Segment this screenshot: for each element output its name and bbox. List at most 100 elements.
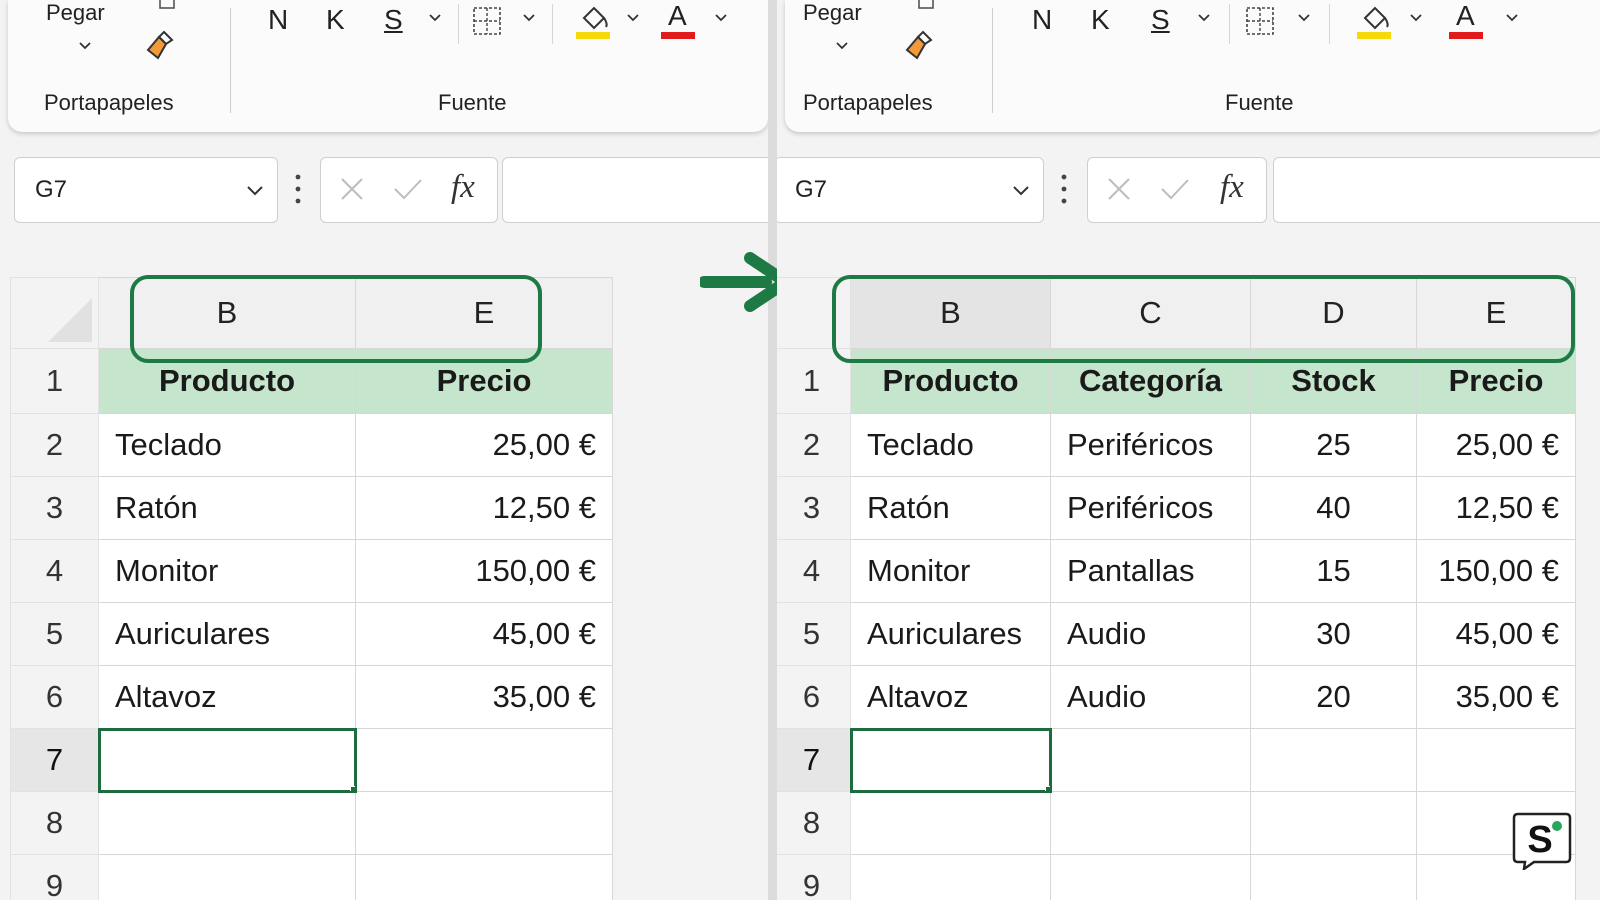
underline-chevron-icon[interactable] [1197,6,1211,28]
paste-chevron-icon[interactable] [835,40,849,52]
more-options-icon[interactable] [1060,172,1068,206]
cell[interactable]: 35,00 € [1416,665,1576,729]
cell[interactable] [1250,854,1417,900]
fill-handle[interactable] [350,786,355,791]
italic-button[interactable]: K [326,4,345,36]
row-header[interactable]: 5 [10,602,99,666]
row-header[interactable]: 1 [10,348,99,414]
borders-chevron-icon[interactable] [1297,6,1311,28]
cell[interactable]: Audio [1050,602,1251,666]
cell[interactable] [1416,728,1576,792]
cell[interactable]: 45,00 € [355,602,613,666]
confirm-icon[interactable] [1158,174,1192,204]
cell[interactable] [98,791,356,855]
cell[interactable]: 45,00 € [1416,602,1576,666]
format-painter-icon[interactable] [144,28,178,62]
formula-input[interactable] [502,157,768,223]
cell[interactable]: Monitor [98,539,356,603]
cell[interactable]: Ratón [850,476,1051,540]
name-box[interactable]: G7 [14,157,278,223]
row-header[interactable]: 4 [10,539,99,603]
cell[interactable]: 35,00 € [355,665,613,729]
fill-color-icon[interactable] [1355,2,1395,40]
cell[interactable]: Auriculares [98,602,356,666]
more-options-icon[interactable] [294,172,302,206]
name-box-chevron-icon[interactable] [1011,178,1031,202]
cell[interactable] [355,728,613,792]
underline-button[interactable]: S [1151,4,1170,36]
cell[interactable]: Teclado [850,413,1051,477]
cell[interactable]: 30 [1250,602,1417,666]
row-header[interactable]: 8 [10,791,99,855]
cell[interactable]: 25,00 € [1416,413,1576,477]
cell[interactable]: Teclado [98,413,356,477]
bold-button[interactable]: N [1032,4,1052,36]
row-header[interactable]: 9 [10,854,99,900]
cancel-icon[interactable] [337,174,367,204]
font-color-button[interactable]: A [668,0,687,32]
copy-icon[interactable] [913,0,939,10]
row-header[interactable]: 3 [10,476,99,540]
row-header[interactable]: 2 [10,413,99,477]
row-header[interactable]: 7 [10,728,99,792]
underline-button[interactable]: S [384,4,403,36]
cell[interactable] [850,854,1051,900]
font-color-button[interactable]: A [1456,0,1475,32]
cell[interactable]: 150,00 € [1416,539,1576,603]
cell[interactable]: 25 [1250,413,1417,477]
row-header[interactable]: 9 [777,854,851,900]
cell[interactable]: 25,00 € [355,413,613,477]
name-box[interactable]: G7 [777,157,1044,223]
cell[interactable] [355,791,613,855]
insert-function-button[interactable]: fx [1220,169,1244,206]
cell[interactable]: 20 [1250,665,1417,729]
cell[interactable]: Pantallas [1050,539,1251,603]
cell[interactable]: Auriculares [850,602,1051,666]
cell[interactable] [1050,791,1251,855]
name-box-chevron-icon[interactable] [245,178,265,202]
borders-chevron-icon[interactable] [522,6,536,28]
cell[interactable]: 15 [1250,539,1417,603]
cell[interactable]: 12,50 € [355,476,613,540]
bold-button[interactable]: N [268,4,288,36]
row-header[interactable]: 6 [10,665,99,729]
cell[interactable]: 40 [1250,476,1417,540]
select-all-corner[interactable] [10,277,99,349]
cell[interactable]: Altavoz [850,665,1051,729]
row-header[interactable]: 2 [777,413,851,477]
cell[interactable]: Periféricos [1050,476,1251,540]
fill-color-chevron-icon[interactable] [1409,6,1423,28]
italic-button[interactable]: K [1091,4,1110,36]
fill-handle[interactable] [1045,786,1050,791]
insert-function-button[interactable]: fx [451,169,475,206]
paste-button[interactable]: Pegar [803,0,862,26]
fill-color-chevron-icon[interactable] [626,6,640,28]
copy-icon[interactable] [154,0,180,10]
cell[interactable]: Periféricos [1050,413,1251,477]
borders-icon[interactable] [472,6,502,36]
cell[interactable]: Monitor [850,539,1051,603]
paste-chevron-icon[interactable] [78,40,92,52]
cell[interactable] [1050,728,1251,792]
row-header[interactable]: 6 [777,665,851,729]
format-painter-icon[interactable] [903,28,937,62]
formula-input[interactable] [1273,157,1600,223]
confirm-icon[interactable] [391,174,425,204]
cell[interactable] [98,854,356,900]
cell[interactable] [850,791,1051,855]
borders-icon[interactable] [1245,6,1275,36]
cancel-icon[interactable] [1104,174,1134,204]
cell[interactable] [1250,791,1417,855]
underline-chevron-icon[interactable] [428,6,442,28]
row-header[interactable]: 4 [777,539,851,603]
row-header[interactable]: 3 [777,476,851,540]
cell[interactable]: Audio [1050,665,1251,729]
cell[interactable]: 12,50 € [1416,476,1576,540]
cell[interactable]: Altavoz [98,665,356,729]
row-header[interactable]: 8 [777,791,851,855]
font-color-chevron-icon[interactable] [714,6,728,28]
fill-color-icon[interactable] [574,2,614,40]
cell[interactable]: 150,00 € [355,539,613,603]
active-cell[interactable] [849,727,1052,793]
cell[interactable] [1050,854,1251,900]
